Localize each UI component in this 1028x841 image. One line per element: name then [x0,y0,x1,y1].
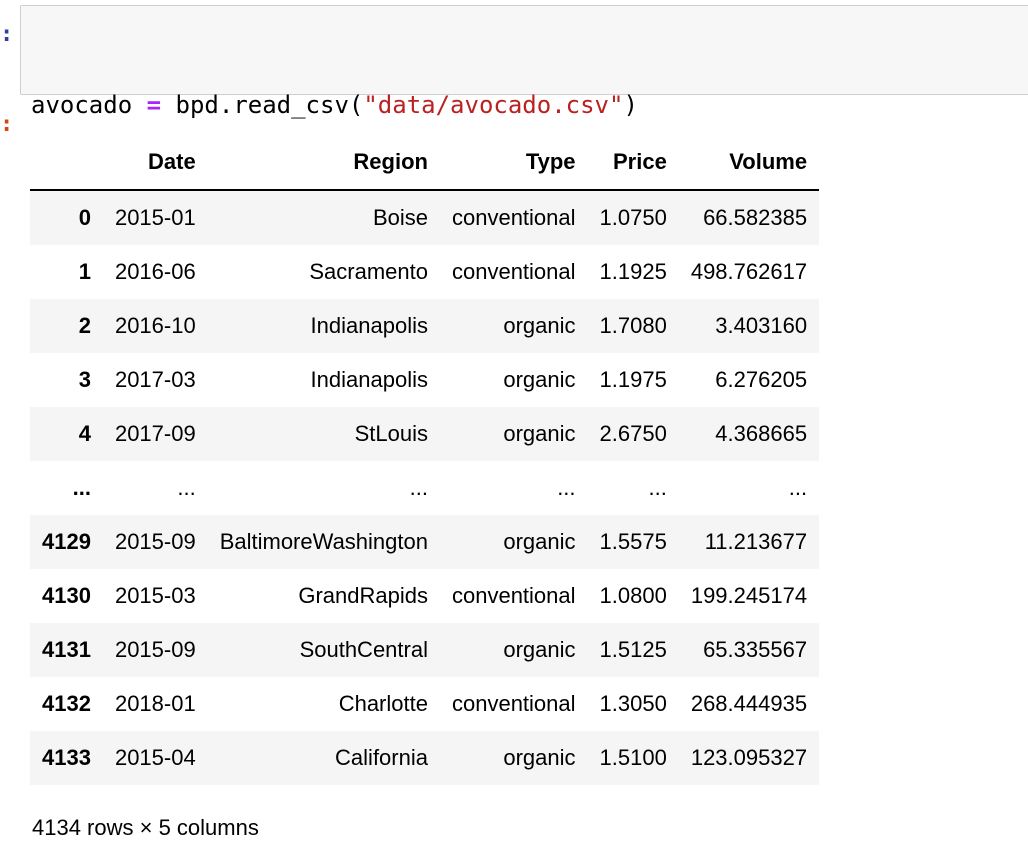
table-cell-volume: 123.095327 [690,745,808,770]
index-header [30,135,103,191]
table-cell-volume: 6.276205 [715,367,808,392]
table-cell-price: 1.5100 [599,745,667,770]
table-cell-price: ... [648,475,667,500]
table-header: Date Region Type Price Volume [30,135,820,191]
table-row: 4132 2018-01 Charlotte conventional 1.3050 26… [30,677,820,731]
table-row: .................. [30,461,820,515]
table-cell-price: 1.5125 [599,637,667,662]
table-cell-region: GrandRapids [298,583,428,608]
table-cell-region: Indianapolis [310,367,428,392]
row-index: 2 [78,313,91,338]
input-prompt: : [0,22,14,47]
table-cell-type: conventional [451,205,576,230]
table-cell-volume: 268.444935 [690,691,808,716]
table-cell-region: California [335,745,428,770]
shape-summary: 4134 rows × 5 columns [32,815,259,840]
table-cell-date: 2015-03 [114,583,196,608]
header-row: Date Region Type Price Volume [30,135,820,191]
table-body: 0 2015-01 Boise conventional 1.0750 66.582385… [30,190,820,785]
table-cell-price: 1.7080 [599,313,667,338]
table-cell-volume: 11.213677 [704,529,808,554]
table-cell-volume: 4.368665 [715,421,808,446]
code-cell[interactable]: avocado = bpd.read_csv("data/avocado.csv… [20,5,1028,221]
row-index: ... [72,475,91,500]
table-cell-region: Indianapolis [310,313,428,338]
table-cell-date: 2015-01 [114,205,196,230]
table-cell-date: 2016-10 [114,313,196,338]
column-header: Type [439,135,588,191]
dataframe-table: Date Region Type Price Volume 0 2015-01 Bo… [30,135,820,785]
table-cell-region: Charlotte [338,691,428,716]
row-index: 1 [78,259,91,284]
table-row: 2 2016-10 Indianapolis organic 1.7080 3.40316… [30,299,820,353]
table-cell-region: Sacramento [309,259,428,284]
table-cell-date: 2017-03 [114,367,196,392]
table-cell-volume: 199.245174 [690,583,808,608]
code-close-paren: ) [623,91,638,119]
table-cell-date: 2015-09 [114,637,196,662]
table-cell-type: organic [503,313,576,338]
table-cell-price: 1.0800 [599,583,667,608]
column-header: Region [207,135,440,191]
table-cell-volume: 65.335567 [703,637,808,662]
table-cell-date: 2015-04 [114,745,196,770]
table-row: 4131 2015-09 SouthCentral organic 1.5125 65.3… [30,623,820,677]
code-variable: avocado [31,91,133,119]
table-row: 3 2017-03 Indianapolis organic 1.1975 6.27620… [30,353,820,407]
table-cell-type: conventional [451,259,576,284]
column-header: Date [102,135,208,191]
table-cell-price: 1.1925 [599,259,667,284]
table-cell-type: conventional [451,583,576,608]
table-cell-region: StLouis [354,421,428,446]
table-row: 4130 2015-03 GrandRapids conventional 1.0800… [30,569,820,623]
table-cell-price: 1.1975 [599,367,667,392]
table-cell-date: ... [177,475,196,500]
table-cell-volume: ... [788,475,808,500]
code-line-1: avocado = bpd.read_csv("data/avocado.csv… [31,88,1028,122]
row-index: 4132 [42,691,91,716]
table-cell-type: ... [557,475,576,500]
table-row: 1 2016-06 Sacramento conventional 1.1925 498.… [30,245,820,299]
row-index: 0 [78,205,91,230]
row-index: 4129 [42,529,91,554]
output-prompt: : [0,112,14,137]
code-call: bpd.read_csv( [175,91,364,119]
column-header: Volume [678,135,820,191]
row-index: 3 [78,367,91,392]
table-cell-type: organic [503,421,576,446]
table-cell-date: 2015-09 [114,529,196,554]
table-cell-date: 2017-09 [114,421,196,446]
table-cell-volume: 498.762617 [690,259,808,284]
table-row: 4 2017-09 StLouis organic 2.6750 4.368665 [30,407,820,461]
table-cell-price: 1.0750 [599,205,667,230]
table-cell-volume: 3.403160 [715,313,808,338]
table-cell-price: 2.6750 [599,421,667,446]
table-cell-volume: 66.582385 [703,205,808,230]
row-index: 4133 [42,745,91,770]
table-cell-region: ... [409,475,428,500]
row-index: 4130 [42,583,91,608]
table-cell-type: organic [503,367,576,392]
table-cell-type: organic [503,745,576,770]
table-cell-region: Boise [372,205,428,230]
table-cell-date: 2016-06 [114,259,196,284]
table-row: 0 2015-01 Boise conventional 1.0750 66.582385 [30,190,820,245]
code-string: "data/avocado.csv" [363,91,624,119]
table-row: 4129 2015-09 BaltimoreWashington organic 1.5… [30,515,820,569]
table-cell-price: 1.3050 [599,691,667,716]
table-row: 4133 2015-04 California organic 1.5100 123.09… [30,731,820,785]
row-index: 4 [78,421,91,446]
table-cell-type: organic [503,637,576,662]
row-index: 4131 [42,637,91,662]
code-operator: = [146,91,162,119]
column-header: Price [587,135,679,191]
table-cell-date: 2018-01 [114,691,196,716]
table-cell-type: conventional [451,691,576,716]
table-cell-region: SouthCentral [299,637,428,662]
table-cell-type: organic [503,529,576,554]
table-cell-region: BaltimoreWashington [219,529,428,554]
table-cell-price: 1.5575 [599,529,667,554]
